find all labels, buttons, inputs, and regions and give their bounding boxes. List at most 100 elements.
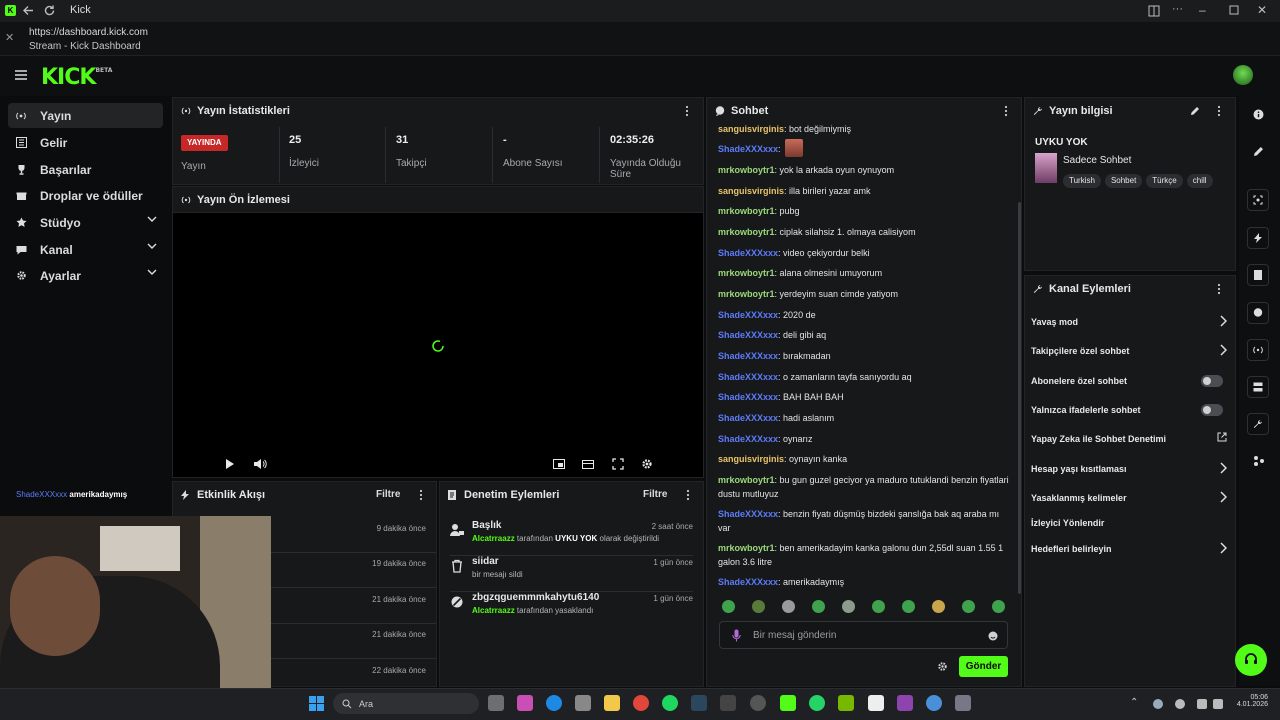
whatsapp-icon[interactable] [809, 695, 825, 711]
maximize-icon[interactable] [1229, 5, 1239, 15]
chat-username[interactable]: ShadeXXXxxx [718, 144, 778, 154]
rail-button-broadcast[interactable] [1247, 339, 1269, 361]
split-view-icon[interactable] [1148, 5, 1160, 17]
category-name[interactable]: Sadece Sohbet [1063, 155, 1131, 166]
tag-badge[interactable]: Türkçe [1146, 174, 1183, 188]
app-icon[interactable] [926, 695, 942, 711]
chat-username[interactable]: mrkowboytr1 [718, 289, 775, 299]
send-button[interactable]: Gönder [959, 656, 1008, 677]
edit-icon[interactable] [1253, 146, 1264, 157]
app-icon[interactable] [897, 695, 913, 711]
chrome-icon[interactable] [633, 695, 649, 711]
app-icon[interactable] [517, 695, 533, 711]
chat-username[interactable]: ShadeXXXxxx [718, 413, 778, 423]
chat-username[interactable]: ShadeXXXxxx [718, 372, 778, 382]
edit-pencil-icon[interactable] [1190, 106, 1200, 116]
steam-icon[interactable] [691, 695, 707, 711]
back-icon[interactable] [22, 4, 35, 17]
sidebar-item-basarilar[interactable]: Başarılar [8, 157, 163, 182]
tag-badge[interactable]: Sohbet [1104, 174, 1143, 188]
kebab-menu-icon[interactable] [686, 489, 690, 501]
kebab-menu-icon[interactable] [1217, 283, 1221, 295]
pip-icon[interactable] [553, 458, 565, 470]
store-icon[interactable] [575, 695, 591, 711]
action-subscribers-only[interactable]: Abonelere özel sohbet [1031, 372, 1227, 390]
nvidia-icon[interactable] [838, 695, 854, 711]
emoji-icon[interactable] [988, 631, 998, 641]
rail-button-document[interactable] [1247, 264, 1269, 286]
chat-username[interactable]: mrkowboytr1 [718, 268, 775, 278]
minimize-icon[interactable]: – [1199, 3, 1206, 17]
close-icon[interactable]: ✕ [5, 31, 14, 44]
volume-tray-icon[interactable] [1213, 699, 1223, 709]
action-emotes-only[interactable]: Yalnızca ifadelerle sohbet [1031, 401, 1227, 419]
moderator-name[interactable]: Alcatrraazz [472, 606, 515, 615]
chat-username[interactable]: ShadeXXXxxx [718, 392, 778, 402]
sidebar-item-studyo[interactable]: Stüdyo [8, 210, 163, 235]
microphone-icon[interactable] [732, 629, 741, 642]
file-explorer-icon[interactable] [604, 695, 620, 711]
hamburger-menu-icon[interactable] [15, 70, 27, 80]
rail-button-chat[interactable] [1247, 302, 1269, 324]
microphone-tray-icon[interactable] [1175, 699, 1185, 709]
taskbar-search[interactable]: Ara [333, 693, 479, 714]
filter-button[interactable]: Filtre [376, 489, 400, 500]
fullscreen-icon[interactable] [612, 458, 624, 470]
settings-gear-icon[interactable] [641, 458, 653, 470]
kebab-menu-icon[interactable] [419, 489, 423, 501]
rail-button-capture[interactable] [1247, 189, 1269, 211]
emote-icon[interactable] [782, 600, 795, 613]
chat-username[interactable]: ShadeXXXxxx [718, 434, 778, 444]
app-icon[interactable] [720, 695, 736, 711]
chat-username[interactable]: mrkowboytr1 [718, 227, 775, 237]
more-menu-icon[interactable]: ··· [1172, 3, 1183, 15]
action-slow-mode[interactable]: Yavaş mod [1031, 313, 1227, 331]
emote-icon[interactable] [932, 600, 945, 613]
chat-username[interactable]: ShadeXXXxxx [718, 577, 778, 587]
rail-button-wrench[interactable] [1247, 413, 1269, 435]
sidebar-item-kanal[interactable]: Kanal [8, 237, 163, 262]
category-thumbnail[interactable] [1035, 153, 1057, 183]
volume-icon[interactable] [253, 458, 267, 470]
support-button[interactable] [1235, 644, 1267, 676]
moderator-name[interactable]: Alcatrraazz [472, 534, 515, 543]
close-window-icon[interactable]: ✕ [1257, 3, 1267, 17]
kebab-menu-icon[interactable] [685, 105, 689, 117]
play-icon[interactable] [225, 458, 235, 470]
kick-app-icon[interactable] [780, 695, 796, 711]
info-icon[interactable] [1253, 109, 1264, 120]
emote-icon[interactable] [992, 600, 1005, 613]
chat-input[interactable]: Bir mesaj gönderin [719, 621, 1008, 649]
avatar[interactable] [1233, 65, 1253, 85]
action-raid[interactable]: İzleyici Yönlendir [1031, 514, 1227, 532]
chat-username[interactable]: mrkowboytr1 [718, 206, 775, 216]
chat-username[interactable]: mrkowboytr1 [718, 543, 775, 553]
tray-chevron-up-icon[interactable]: ⌃ [1130, 697, 1138, 708]
chat-username[interactable]: ShadeXXXxxx [718, 248, 778, 258]
emote-icon[interactable] [902, 600, 915, 613]
chat-username[interactable]: ShadeXXXxxx [718, 310, 778, 320]
chat-username[interactable]: mrkowboytr1 [718, 165, 775, 175]
emote-icon[interactable] [752, 600, 765, 613]
tray-icon[interactable] [1153, 699, 1163, 709]
extensions-icon[interactable] [1253, 455, 1265, 467]
chat-username[interactable]: ShadeXXXxxx [718, 351, 778, 361]
browser-tab-title[interactable]: Kick [70, 4, 91, 16]
reload-icon[interactable] [43, 4, 56, 17]
spotify-icon[interactable] [662, 695, 678, 711]
filter-button[interactable]: Filtre [643, 489, 667, 500]
emote-icon[interactable] [812, 600, 825, 613]
rail-button-layout[interactable] [1247, 376, 1269, 398]
tag-badge[interactable]: Turkish [1063, 174, 1101, 188]
chat-username[interactable]: ShadeXXXxxx [718, 330, 778, 340]
emotes-only-toggle[interactable] [1201, 404, 1223, 416]
kebab-menu-icon[interactable] [1217, 105, 1221, 117]
rail-button-lightning[interactable] [1247, 227, 1269, 249]
chat-username[interactable]: sanguisvirginis [718, 124, 784, 134]
edge-browser-icon[interactable] [546, 695, 562, 711]
emote-icon[interactable] [722, 600, 735, 613]
tag-badge[interactable]: chill [1186, 174, 1213, 188]
action-goals[interactable]: Hedefleri belirleyin [1031, 540, 1227, 558]
task-view-icon[interactable] [488, 695, 504, 711]
sidebar-item-ayarlar[interactable]: Ayarlar [8, 263, 163, 288]
